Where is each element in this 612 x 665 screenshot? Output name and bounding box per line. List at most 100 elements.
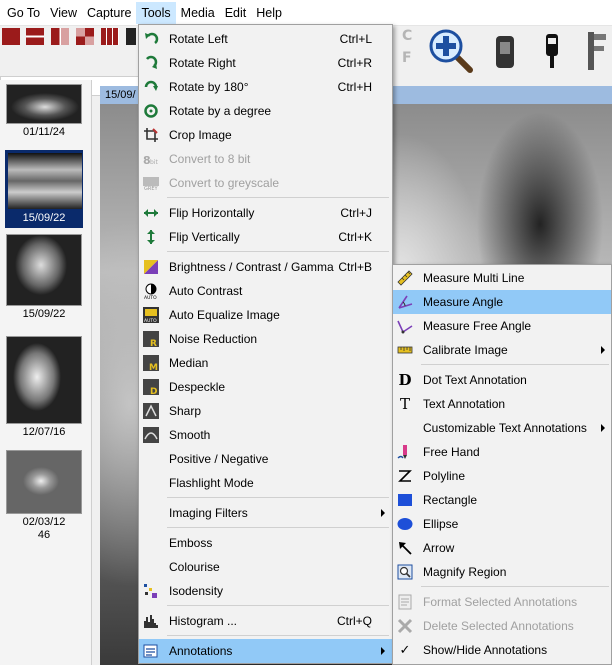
svg-text:GREY: GREY (144, 186, 159, 191)
menu-edit[interactable]: Edit (220, 2, 252, 24)
layout-4-icon[interactable] (76, 28, 94, 45)
menu-item-rotate-degree[interactable]: Rotate by a degree (139, 99, 392, 123)
menu-item-auto-contrast[interactable]: AUTO Auto Contrast (139, 279, 392, 303)
menu-item-customizable-text-annotations[interactable]: Customizable Text Annotations (393, 416, 611, 440)
thumbnail-caption: 01/11/24 (22, 126, 65, 138)
layout-6-icon[interactable] (126, 28, 136, 45)
menu-item-text-annotation[interactable]: T Text Annotation (393, 392, 611, 416)
format-icon (397, 594, 413, 610)
menu-item-show-hide-annotations[interactable]: ✓ Show/Hide Annotations (393, 638, 611, 662)
menu-item-sharp[interactable]: Sharp (139, 399, 392, 423)
menu-item-brightness[interactable]: Brightness / Contrast / Gamma Ctrl+B (139, 255, 392, 279)
tool-letter-c[interactable]: C (402, 28, 412, 44)
dot-text-icon: D (398, 371, 412, 389)
menu-item-smooth[interactable]: Smooth (139, 423, 392, 447)
despeckle-icon: D (143, 379, 159, 395)
cephalometric-thumbnail (6, 336, 82, 424)
isodensity-icon (143, 583, 159, 599)
menu-item-measure-angle[interactable]: Measure Angle (393, 290, 611, 314)
layout-5-icon[interactable] (101, 28, 119, 45)
menubar: Go To View Capture Tools Media Edit Help (0, 0, 612, 26)
submenu-arrow-icon (601, 346, 605, 354)
menu-view[interactable]: View (45, 2, 82, 24)
thumbnail-item[interactable]: 01/11/24 (5, 84, 83, 139)
menu-separator (167, 605, 389, 606)
magnify-plus-icon[interactable] (428, 28, 474, 74)
menu-item-rotate-left[interactable]: Rotate Left Ctrl+L (139, 27, 392, 51)
menu-item-auto-equalize[interactable]: AUTO Auto Equalize Image (139, 303, 392, 327)
menu-item-delete-selected-annotations[interactable]: Delete Selected Annotations (393, 614, 611, 638)
menu-item-polyline[interactable]: Polyline (393, 464, 611, 488)
menu-item-measure-multi-line[interactable]: Measure Multi Line (393, 266, 611, 290)
menu-item-convert-greyscale[interactable]: GREY Convert to greyscale (139, 171, 392, 195)
flip-vertical-icon (143, 229, 159, 245)
menu-separator (421, 364, 609, 365)
menu-tools[interactable]: Tools (136, 1, 176, 24)
median-icon: M (143, 355, 159, 371)
histogram-icon (143, 613, 159, 629)
thumbnail-caption: 12/07/16 (22, 426, 66, 438)
menu-item-dot-text-annotation[interactable]: D Dot Text Annotation (393, 368, 611, 392)
menu-capture[interactable]: Capture (82, 2, 136, 24)
menu-item-measure-free-angle[interactable]: Measure Free Angle (393, 314, 611, 338)
sensor-icon[interactable] (492, 34, 518, 70)
menu-item-isodensity[interactable]: Isodensity (139, 579, 392, 603)
menu-item-colourise[interactable]: Colourise (139, 555, 392, 579)
menu-item-despeckle[interactable]: D Despeckle (139, 375, 392, 399)
menu-item-noise-reduction[interactable]: R Noise Reduction (139, 327, 392, 351)
menu-item-emboss[interactable]: Emboss (139, 531, 392, 555)
smooth-icon (143, 427, 159, 443)
menu-help[interactable]: Help (251, 2, 287, 24)
svg-text:R: R (150, 339, 157, 347)
thumbnail-item[interactable]: 15/09/22 (5, 234, 83, 321)
menu-goto[interactable]: Go To (2, 2, 45, 24)
menu-item-rectangle[interactable]: Rectangle (393, 488, 611, 512)
camera-icon[interactable] (538, 32, 566, 70)
menu-separator (167, 635, 389, 636)
menu-separator (167, 197, 389, 198)
auto-contrast-icon: AUTO (143, 283, 159, 299)
layout-1-icon[interactable] (2, 28, 20, 45)
rotate-180-icon (143, 79, 159, 95)
thumbnail-item[interactable]: 02/03/12 46 (5, 450, 83, 542)
caliper-icon[interactable] (582, 30, 610, 72)
check-icon: ✓ (399, 642, 411, 657)
menu-item-crop[interactable]: Crop Image (139, 123, 392, 147)
tool-letter-f[interactable]: F (402, 50, 412, 66)
menu-item-calibrate-image[interactable]: Calibrate Image (393, 338, 611, 362)
menu-item-convert-8bit[interactable]: 8 bit Convert to 8 bit (139, 147, 392, 171)
angle-icon (397, 294, 413, 310)
menu-item-positive-negative[interactable]: Positive / Negative (139, 447, 392, 471)
menu-item-format-selected-annotations[interactable]: Format Selected Annotations (393, 590, 611, 614)
rotate-left-icon (143, 31, 159, 47)
menu-item-free-hand[interactable]: Free Hand (393, 440, 611, 464)
thumbnail-item-selected[interactable]: 15/09/22 (5, 150, 83, 228)
rotate-right-icon (143, 55, 159, 71)
annotations-submenu: Measure Multi Line Measure Angle Measure… (392, 264, 612, 665)
menu-item-annotations[interactable]: Annotations (139, 639, 392, 663)
menu-item-flip-horizontal[interactable]: Flip Horizontally Ctrl+J (139, 201, 392, 225)
annotations-icon (143, 643, 159, 659)
menu-item-rotate-180[interactable]: Rotate by 180° Ctrl+H (139, 75, 392, 99)
layout-3-icon[interactable] (51, 28, 69, 45)
menu-item-median[interactable]: M Median (139, 351, 392, 375)
menu-item-flip-vertical[interactable]: Flip Vertically Ctrl+K (139, 225, 392, 249)
greyscale-icon: GREY (143, 175, 159, 191)
menu-media[interactable]: Media (176, 2, 220, 24)
menu-item-histogram[interactable]: Histogram ... Ctrl+Q (139, 609, 392, 633)
menu-item-imaging-filters[interactable]: Imaging Filters (139, 501, 392, 525)
menu-item-magnify-region[interactable]: Magnify Region (393, 560, 611, 584)
menu-item-flashlight-mode[interactable]: Flashlight Mode (139, 471, 392, 495)
layout-2-icon[interactable] (26, 28, 44, 45)
submenu-arrow-icon (601, 424, 605, 432)
sharp-icon (143, 403, 159, 419)
menu-separator (167, 497, 389, 498)
ellipse-icon (397, 516, 413, 532)
thumbnail-panel: 01/11/24 15/09/22 15/09/22 12/07/16 02/0… (0, 80, 92, 665)
rotate-degree-icon (143, 103, 159, 119)
menu-item-ellipse[interactable]: Ellipse (393, 512, 611, 536)
menu-item-arrow[interactable]: Arrow (393, 536, 611, 560)
thumbnail-item[interactable]: 12/07/16 (5, 336, 83, 439)
menu-item-rotate-right[interactable]: Rotate Right Ctrl+R (139, 51, 392, 75)
crop-icon (143, 127, 159, 143)
